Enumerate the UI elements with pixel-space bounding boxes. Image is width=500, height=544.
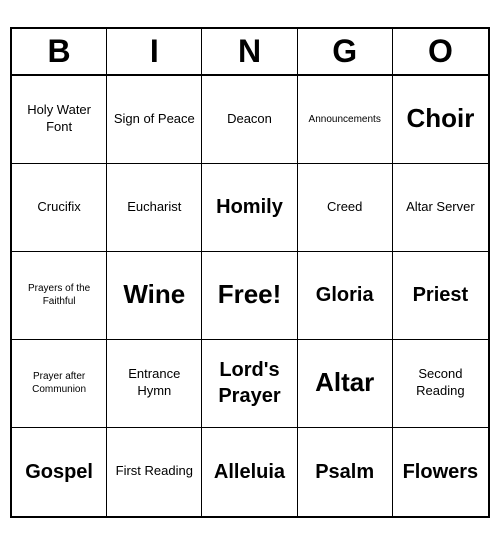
bingo-cell[interactable]: Alleluia [202, 428, 297, 516]
bingo-card: BINGO Holy Water Font Sign of Peace Deacon… [10, 27, 490, 518]
bingo-cell[interactable]: Eucharist [107, 164, 202, 252]
bingo-cell[interactable]: Sign of Peace [107, 76, 202, 164]
cell-text: Gloria [316, 282, 374, 308]
cell-text: Creed [327, 199, 362, 216]
cell-text: Homily [216, 194, 283, 220]
header-letter: O [393, 29, 488, 74]
cell-text: Announcements [309, 113, 381, 126]
bingo-cell[interactable]: Entrance Hymn [107, 340, 202, 428]
cell-text: Sign of Peace [114, 111, 195, 128]
header-letter: N [202, 29, 297, 74]
bingo-cell[interactable]: Altar [298, 340, 393, 428]
header-letter: I [107, 29, 202, 74]
cell-text: Prayer after Communion [16, 370, 102, 396]
cell-text: Lord's Prayer [206, 357, 292, 409]
cell-text: Deacon [227, 111, 272, 128]
bingo-cell[interactable]: Priest [393, 252, 488, 340]
bingo-cell[interactable]: Wine [107, 252, 202, 340]
bingo-cell[interactable]: Crucifix [12, 164, 107, 252]
cell-text: Free! [218, 278, 282, 312]
bingo-cell[interactable]: First Reading [107, 428, 202, 516]
header-letter: B [12, 29, 107, 74]
cell-text: Altar Server [406, 199, 475, 216]
cell-text: Choir [406, 102, 474, 136]
bingo-cell[interactable]: Creed [298, 164, 393, 252]
cell-text: Prayers of the Faithful [16, 282, 102, 308]
cell-text: First Reading [116, 463, 193, 480]
bingo-cell[interactable]: Gospel [12, 428, 107, 516]
bingo-cell[interactable]: Holy Water Font [12, 76, 107, 164]
bingo-grid: Holy Water Font Sign of Peace Deacon Announ… [12, 76, 488, 516]
bingo-header: BINGO [12, 29, 488, 76]
cell-text: Gospel [25, 459, 93, 485]
header-letter: G [298, 29, 393, 74]
bingo-cell[interactable]: Choir [393, 76, 488, 164]
bingo-cell[interactable]: Flowers [393, 428, 488, 516]
cell-text: Flowers [403, 459, 479, 485]
bingo-cell[interactable]: Prayers of the Faithful [12, 252, 107, 340]
cell-text: Eucharist [127, 199, 181, 216]
cell-text: Altar [315, 366, 374, 400]
bingo-cell[interactable]: Homily [202, 164, 297, 252]
cell-text: Entrance Hymn [111, 366, 197, 400]
bingo-cell[interactable]: Psalm [298, 428, 393, 516]
cell-text: Priest [413, 282, 469, 308]
cell-text: Second Reading [397, 366, 484, 400]
bingo-cell[interactable]: Deacon [202, 76, 297, 164]
bingo-cell[interactable]: Announcements [298, 76, 393, 164]
bingo-cell[interactable]: Free! [202, 252, 297, 340]
cell-text: Psalm [315, 459, 374, 485]
cell-text: Crucifix [37, 199, 80, 216]
cell-text: Wine [123, 278, 185, 312]
bingo-cell[interactable]: Second Reading [393, 340, 488, 428]
bingo-cell[interactable]: Prayer after Communion [12, 340, 107, 428]
cell-text: Alleluia [214, 459, 285, 485]
cell-text: Holy Water Font [16, 102, 102, 136]
bingo-cell[interactable]: Altar Server [393, 164, 488, 252]
bingo-cell[interactable]: Lord's Prayer [202, 340, 297, 428]
bingo-cell[interactable]: Gloria [298, 252, 393, 340]
